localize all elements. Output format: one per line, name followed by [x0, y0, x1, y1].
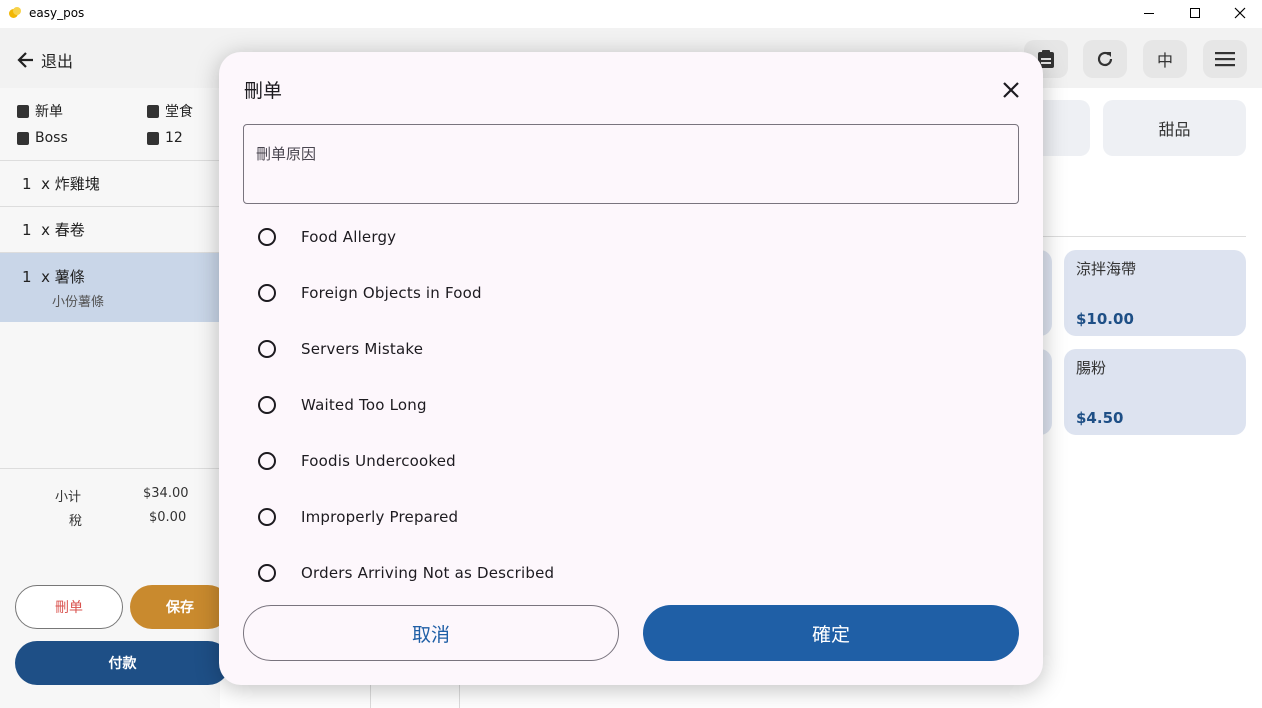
reason-option-label: Orders Arriving Not as Described — [301, 564, 555, 582]
reason-option-label: Improperly Prepared — [301, 508, 459, 526]
reason-option-undercooked[interactable]: Foodis Undercooked — [243, 433, 1019, 489]
reason-option-label: Foreign Objects in Food — [301, 284, 482, 302]
reason-option-food-allergy[interactable]: Food Allergy — [243, 209, 1019, 265]
app-logo-icon — [8, 6, 22, 20]
close-icon — [1003, 82, 1019, 98]
reason-option-servers-mistake[interactable]: Servers Mistake — [243, 321, 1019, 377]
minimize-button[interactable] — [1126, 0, 1172, 26]
window-close-button[interactable] — [1217, 0, 1262, 26]
radio-unchecked-icon[interactable] — [258, 452, 276, 470]
reason-option-label: Waited Too Long — [301, 396, 427, 414]
confirm-button[interactable]: 確定 — [643, 605, 1019, 661]
close-icon — [1234, 7, 1246, 19]
minimize-icon — [1144, 12, 1154, 14]
window-title: easy_pos — [29, 6, 85, 20]
window-titlebar: easy_pos — [0, 0, 1262, 26]
dialog-title: 刪单 — [244, 80, 283, 102]
reason-option-not-as-described[interactable]: Orders Arriving Not as Described — [243, 545, 1019, 601]
radio-unchecked-icon[interactable] — [258, 508, 276, 526]
dialog-close-button[interactable] — [997, 76, 1025, 104]
reason-input[interactable] — [244, 125, 1018, 203]
radio-unchecked-icon[interactable] — [258, 228, 276, 246]
reason-option-waited-too-long[interactable]: Waited Too Long — [243, 377, 1019, 433]
reason-option-foreign-objects[interactable]: Foreign Objects in Food — [243, 265, 1019, 321]
reason-option-improperly-prepared[interactable]: Improperly Prepared — [243, 489, 1019, 545]
radio-unchecked-icon[interactable] — [258, 284, 276, 302]
delete-order-dialog: 刪单 Food Allergy Foreign Objects in Food … — [219, 52, 1043, 685]
reason-option-label: Food Allergy — [301, 228, 397, 246]
radio-unchecked-icon[interactable] — [258, 396, 276, 414]
app-root: easy_pos 退出 中 新单 堂食 Boss 12 1 x 炸雞塊 1 x … — [0, 0, 1262, 708]
cancel-button[interactable]: 取消 — [243, 605, 619, 661]
radio-unchecked-icon[interactable] — [258, 564, 276, 582]
reason-option-label: Foodis Undercooked — [301, 452, 456, 470]
radio-unchecked-icon[interactable] — [258, 340, 276, 358]
reason-field[interactable] — [243, 124, 1019, 204]
reason-option-label: Servers Mistake — [301, 340, 424, 358]
maximize-icon — [1190, 8, 1200, 18]
maximize-button[interactable] — [1172, 0, 1218, 26]
